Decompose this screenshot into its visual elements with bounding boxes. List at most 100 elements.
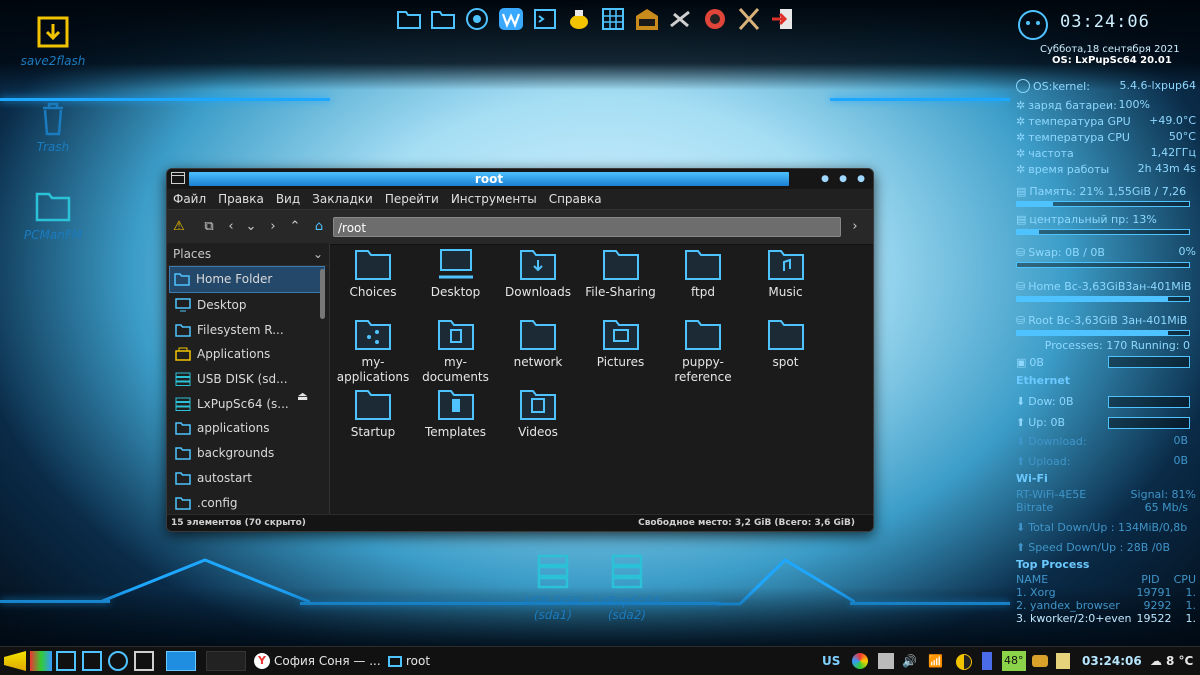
- drive-icon: ⛁: [1016, 279, 1026, 293]
- file-item[interactable]: my- documents: [416, 317, 496, 385]
- root-bar-fill: [1017, 331, 1169, 335]
- volume-icon[interactable]: 🔊: [902, 651, 917, 671]
- task-yandex[interactable]: Y София Соня — ...: [254, 651, 382, 671]
- window-menu-icon[interactable]: [171, 172, 185, 184]
- menu-file[interactable]: Файл: [173, 192, 206, 206]
- sidebar-item[interactable]: Filesystem R...: [167, 317, 329, 342]
- power-icon[interactable]: [956, 654, 972, 670]
- go-icon[interactable]: ›: [847, 219, 863, 235]
- teapot-icon[interactable]: [564, 4, 594, 34]
- folder-icon[interactable]: [82, 651, 102, 671]
- home-icon[interactable]: ⌂: [311, 219, 327, 235]
- menu-edit[interactable]: Правка: [218, 192, 264, 206]
- history-down-icon[interactable]: ⌄: [243, 219, 259, 235]
- aperture-icon[interactable]: [700, 4, 730, 34]
- battery-indicator[interactable]: 48°: [1002, 651, 1026, 671]
- spreadsheet-icon[interactable]: [598, 4, 628, 34]
- file-item[interactable]: Startup: [333, 387, 413, 440]
- keyboard-layout[interactable]: US: [822, 651, 840, 671]
- conky-date: Суббота,18 сентября 2021: [1040, 44, 1180, 55]
- workspace-2[interactable]: [206, 651, 246, 671]
- tools-icon[interactable]: [666, 4, 696, 34]
- sidebar-item[interactable]: Applications: [167, 342, 329, 367]
- sfs-package-icon[interactable]: [632, 4, 662, 34]
- close-icon[interactable]: ●: [855, 173, 867, 185]
- sidebar-scrollbar[interactable]: [320, 269, 325, 319]
- sidebar-item[interactable]: autostart: [167, 466, 329, 491]
- forward-icon[interactable]: ›: [265, 219, 281, 235]
- color-picker-icon[interactable]: [852, 653, 868, 669]
- process-header: NAME PID CPU: [1016, 573, 1196, 587]
- task-root[interactable]: root: [388, 651, 448, 671]
- file-item[interactable]: spot: [746, 317, 826, 370]
- desktop-icon-trash[interactable]: Trash: [8, 98, 98, 154]
- file-item[interactable]: Choices: [333, 247, 413, 300]
- browser-icon[interactable]: [462, 4, 492, 34]
- terminal-icon[interactable]: [56, 651, 76, 671]
- start-menu-icon[interactable]: [4, 651, 26, 671]
- workspace-1[interactable]: [166, 651, 196, 671]
- warning-icon[interactable]: ⚠: [171, 219, 187, 235]
- sidebar-item[interactable]: .config: [167, 490, 329, 515]
- back-icon[interactable]: ‹: [223, 219, 239, 235]
- folder-icon[interactable]: [428, 4, 458, 34]
- storage-icon[interactable]: [1032, 655, 1048, 667]
- menu-help[interactable]: Справка: [549, 192, 602, 206]
- places-header[interactable]: Places ⌄: [167, 243, 329, 266]
- desktop-icon-lxpupsc64[interactable]: LxPupSc64 (sda2): [582, 552, 672, 622]
- file-item[interactable]: File-Sharing: [581, 247, 661, 300]
- sidebar-item[interactable]: Home Folder: [169, 266, 325, 293]
- file-item[interactable]: Downloads: [498, 247, 578, 300]
- xorg-icon[interactable]: [734, 4, 764, 34]
- exit-icon[interactable]: [768, 4, 798, 34]
- new-tab-icon[interactable]: ⧉: [201, 219, 217, 235]
- sidebar-item[interactable]: applications: [167, 416, 329, 441]
- file-item[interactable]: Videos: [498, 387, 578, 440]
- swap-row: ⛁ Swap: 0B / 0B 0%: [1016, 245, 1196, 259]
- eject-icon[interactable]: ⏏: [297, 389, 308, 403]
- printer-icon[interactable]: [878, 653, 894, 669]
- file-item[interactable]: Templates: [416, 387, 496, 440]
- sidebar-item[interactable]: Desktop: [167, 293, 329, 318]
- menu-view[interactable]: Вид: [276, 192, 300, 206]
- neon-circuit: [830, 98, 1010, 101]
- file-item[interactable]: Desktop: [416, 247, 496, 300]
- maximize-icon[interactable]: ●: [837, 173, 849, 185]
- menu-bookmarks[interactable]: Закладки: [312, 192, 373, 206]
- notes-icon[interactable]: [1056, 653, 1070, 669]
- up-folder-icon[interactable]: ⌃: [287, 219, 303, 235]
- browser-icon[interactable]: [108, 651, 128, 671]
- terminal-icon[interactable]: [530, 4, 560, 34]
- desktop-icon-save2flash[interactable]: save2flash: [8, 12, 98, 68]
- file-item[interactable]: network: [498, 317, 578, 370]
- home-row: ⛁ Home Bc-3,63GiB3ан-401MiB: [1016, 279, 1196, 293]
- sidebar-item[interactable]: backgrounds: [167, 441, 329, 466]
- sidebar-item[interactable]: USB DISK (sd...: [167, 367, 329, 392]
- folder-icon[interactable]: [394, 4, 424, 34]
- location-input[interactable]: /root: [333, 217, 841, 237]
- sidebar-item-label: Filesystem R...: [197, 322, 284, 337]
- title-bar[interactable]: root ● ● ●: [167, 169, 873, 189]
- file-item[interactable]: ftpd: [663, 247, 743, 300]
- file-item[interactable]: Music: [746, 247, 826, 300]
- chevron-down-icon[interactable]: ⌄: [313, 243, 323, 265]
- file-item[interactable]: my- applications: [333, 317, 413, 385]
- desktop-icon-pcmanfm[interactable]: PCManFM: [8, 186, 98, 242]
- usb-icon[interactable]: [982, 652, 992, 670]
- color-icon[interactable]: [30, 651, 52, 671]
- file-item[interactable]: Pictures: [581, 317, 661, 370]
- menu-tools[interactable]: Инструменты: [451, 192, 537, 206]
- wifi-icon[interactable]: 📶: [928, 651, 943, 671]
- home-label: Home Bc-3,63GiB3ан-401MiB: [1028, 279, 1192, 293]
- taskbar-clock[interactable]: 03:24:06: [1082, 651, 1142, 671]
- file-item[interactable]: puppy- reference: [663, 317, 743, 385]
- display-icon[interactable]: [134, 651, 154, 671]
- drive-icon: [175, 372, 191, 387]
- writer-icon[interactable]: [496, 4, 526, 34]
- monitor-icon: ▣: [1016, 355, 1027, 369]
- menu-go[interactable]: Перейти: [385, 192, 439, 206]
- file-item-label: spot: [772, 355, 799, 369]
- minimize-icon[interactable]: ●: [819, 173, 831, 185]
- download-label: Download:: [1028, 434, 1087, 448]
- weather-widget[interactable]: ☁ 8 °C: [1150, 651, 1193, 671]
